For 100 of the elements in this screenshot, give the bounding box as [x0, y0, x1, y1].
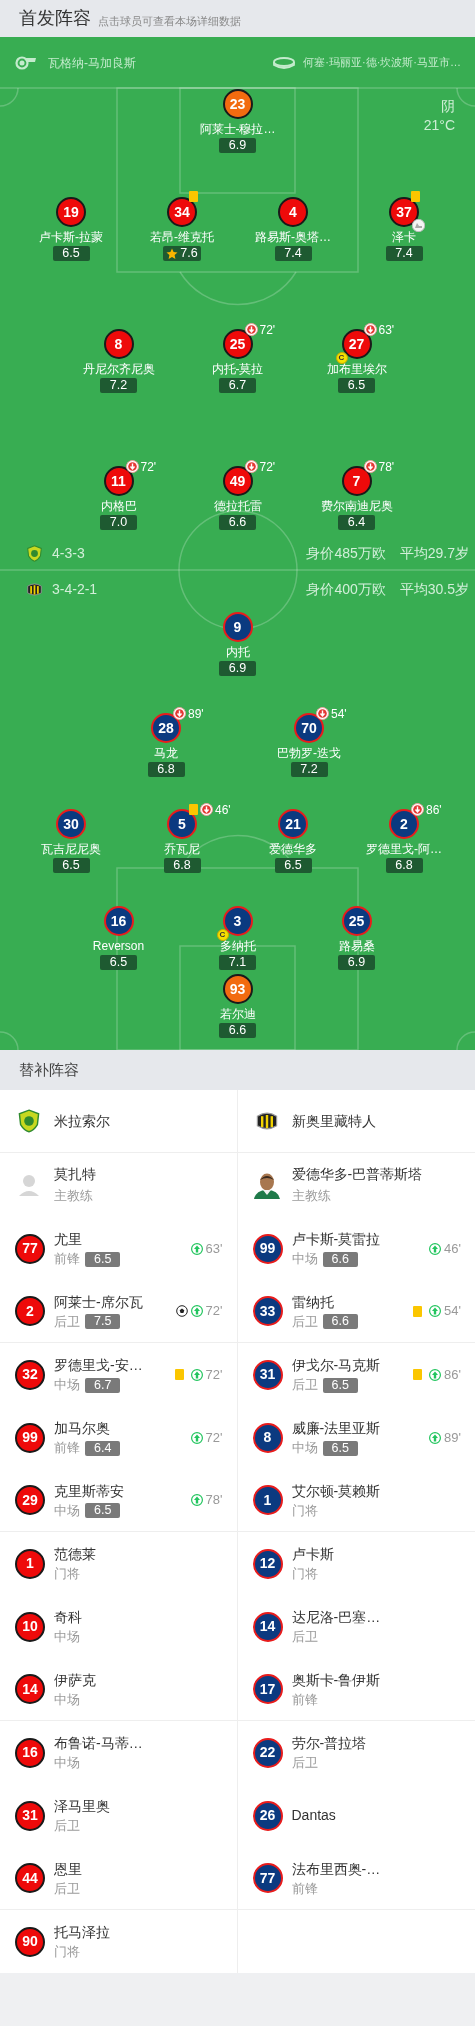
shirt-number[interactable]: 34 [167, 197, 197, 227]
substitution-out-icon [125, 460, 139, 473]
shirt-number[interactable]: 77 [15, 1233, 45, 1264]
shirt-number[interactable]: 8 [252, 1422, 283, 1453]
shirt-number[interactable]: 21 [278, 809, 308, 839]
shirt-number[interactable]: 26 [252, 1800, 283, 1831]
position-label: 门将 [54, 1566, 80, 1582]
position-label: 后卫 [291, 1313, 318, 1330]
player-name: 法布里西奥-… [291, 1859, 382, 1879]
rating-badge: 6.5 [85, 1503, 121, 1518]
shirt-number[interactable]: 28 [151, 713, 181, 743]
team-crest-icon [17, 1109, 41, 1133]
shirt-number[interactable]: 37 [389, 197, 419, 227]
temperature-label: 21°C [423, 116, 455, 135]
captain-badge: C [216, 929, 229, 941]
substitution-in-icon [429, 1368, 442, 1381]
player-name: 达尼洛-巴塞… [291, 1608, 382, 1627]
shirt-number[interactable]: 29 [15, 1485, 45, 1515]
shirt-number[interactable]: 1 [15, 1548, 45, 1579]
shirt-number[interactable]: 99 [15, 1422, 45, 1453]
shirt-number[interactable]: 14 [252, 1611, 283, 1642]
substitution-minute: 72' [259, 323, 276, 336]
shirt-number[interactable]: 12 [252, 1548, 283, 1579]
rating-badge: 7.6 [163, 246, 201, 261]
substitution-minute: 89' [444, 1428, 461, 1447]
substitution-in-icon [429, 1431, 442, 1444]
rating-badge: 6.5 [52, 246, 90, 261]
rating-badge: 6.8 [147, 762, 185, 777]
substitution-minute: 72' [140, 460, 157, 473]
rating-badge: 6.4 [85, 1440, 121, 1456]
shirt-number[interactable]: 30 [56, 809, 86, 839]
player-name: 费尔南迪尼奥 [320, 499, 393, 514]
shirt-number[interactable]: 2 [15, 1296, 45, 1326]
shirt-number[interactable]: 9 [222, 612, 253, 642]
shirt-number[interactable]: 33 [252, 1296, 283, 1326]
position-label: 前锋 [291, 1691, 318, 1708]
rating-badge: 7.5 [85, 1314, 121, 1329]
player-name: 克里斯蒂安 [54, 1481, 125, 1501]
substitution-in-icon [190, 1368, 203, 1381]
shirt-number[interactable]: 4 [278, 197, 308, 227]
team-name: 新奥里藏特人 [291, 1111, 376, 1131]
player-name: Reverson [92, 939, 145, 954]
substitution-minute: 78' [378, 460, 395, 473]
player-name: 卢卡斯-拉蒙 [39, 230, 103, 245]
player-name: 泽马里奥 [54, 1797, 111, 1816]
substitution-minute: 72' [205, 1302, 223, 1321]
rating-badge: 7.2 [290, 762, 328, 777]
player-name: 恩里 [54, 1859, 83, 1879]
rating-badge: 7.4 [385, 246, 423, 261]
substitution-minute: 54' [444, 1302, 461, 1321]
position-label: 后卫 [291, 1629, 318, 1645]
shirt-number[interactable]: 31 [15, 1800, 45, 1831]
player-name: 巴勃罗-迭戈 [277, 746, 341, 761]
shirt-number[interactable]: 25 [341, 906, 372, 936]
shirt-number[interactable]: 22 [252, 1737, 283, 1768]
player-name: 德拉托雷 [213, 499, 262, 514]
shirt-number[interactable]: 8 [103, 329, 134, 359]
rating-badge: 6.5 [322, 1377, 358, 1393]
section-title: 替补阵容 [19, 1059, 79, 1080]
shirt-number[interactable]: 7 [341, 466, 372, 496]
shirt-number[interactable]: 2 [389, 809, 419, 839]
position-label: 中场 [54, 1377, 80, 1393]
player-name: 奥斯卡-鲁伊斯 [291, 1670, 382, 1690]
shirt-number[interactable]: 10 [15, 1611, 45, 1642]
shirt-number[interactable]: 31 [252, 1359, 283, 1390]
rating-badge: 6.6 [219, 1023, 256, 1038]
position-label: 中场 [54, 1755, 80, 1771]
shirt-number[interactable]: 93 [222, 974, 253, 1004]
shirt-number[interactable]: 23 [222, 89, 253, 119]
shirt-number[interactable]: 90 [15, 1926, 45, 1957]
player-name: 卢卡斯 [291, 1545, 335, 1564]
shirt-number[interactable]: 17 [252, 1674, 283, 1704]
shirt-number[interactable]: 32 [15, 1359, 45, 1390]
player-name: 加马尔奥 [54, 1419, 111, 1438]
position-label: 前锋 [54, 1440, 80, 1456]
shirt-number[interactable]: 5 [167, 809, 197, 839]
shirt-number[interactable]: 44 [15, 1863, 45, 1893]
shirt-number[interactable]: 49 [222, 466, 253, 496]
shirt-number[interactable]: 19 [56, 197, 86, 227]
shirt-number[interactable]: 25 [222, 329, 253, 359]
player-name: 马龙 [154, 746, 178, 761]
position-label: 中场 [291, 1440, 318, 1456]
rating-badge: 6.9 [219, 138, 256, 153]
shirt-number[interactable]: 77 [252, 1863, 283, 1893]
rating-badge: 6.5 [274, 858, 312, 873]
position-label: 门将 [54, 1944, 80, 1960]
shirt-number[interactable]: 16 [15, 1737, 45, 1768]
shirt-number[interactable]: 14 [15, 1674, 45, 1704]
shirt-number[interactable]: 99 [252, 1233, 283, 1264]
shirt-number[interactable]: 16 [103, 906, 134, 936]
shirt-number[interactable]: 1 [252, 1485, 283, 1515]
position-label: 后卫 [54, 1880, 80, 1897]
formation-label: 3-4-2-1 [52, 579, 98, 599]
substitution-minute: 63' [378, 323, 395, 336]
shirt-number[interactable]: 70 [294, 713, 324, 743]
player-name: Dantas [291, 1806, 337, 1825]
position-label: 前锋 [54, 1251, 80, 1267]
shirt-number[interactable]: 11 [103, 466, 134, 496]
substitution-minute: 63' [205, 1239, 223, 1258]
position-label: 后卫 [54, 1313, 80, 1330]
